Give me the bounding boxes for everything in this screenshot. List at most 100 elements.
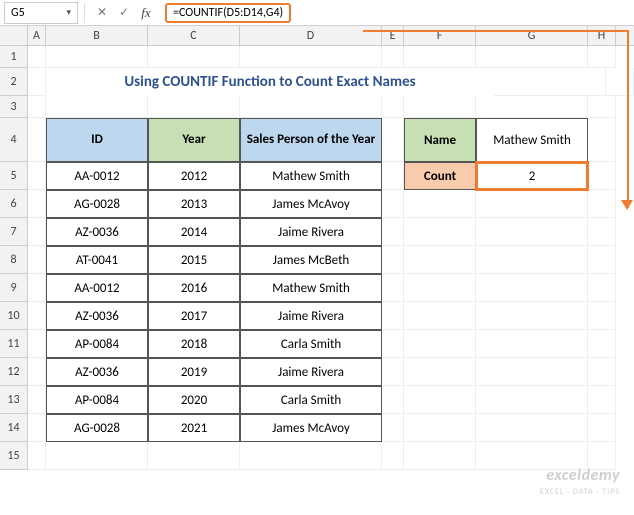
count-label[interactable]: Count bbox=[404, 162, 476, 190]
name-label[interactable]: Name bbox=[404, 118, 476, 162]
cell[interactable] bbox=[28, 218, 46, 246]
col-header[interactable]: C bbox=[148, 26, 240, 45]
select-all-corner[interactable] bbox=[0, 26, 28, 45]
cell[interactable] bbox=[606, 68, 634, 96]
row-header[interactable]: 2 bbox=[0, 68, 28, 96]
row-header[interactable]: 3 bbox=[0, 96, 28, 118]
table-cell[interactable]: 2016 bbox=[148, 274, 240, 302]
cell[interactable] bbox=[46, 46, 148, 68]
name-value[interactable]: Mathew Smith bbox=[476, 118, 588, 162]
cell[interactable] bbox=[588, 218, 616, 246]
cell[interactable] bbox=[28, 386, 46, 414]
row-header[interactable]: 14 bbox=[0, 414, 28, 442]
row-header[interactable]: 10 bbox=[0, 302, 28, 330]
cell[interactable] bbox=[382, 118, 404, 162]
table-header-sp[interactable]: Sales Person of the Year bbox=[240, 118, 382, 162]
table-cell[interactable]: James McAvoy bbox=[240, 190, 382, 218]
table-cell[interactable]: 2018 bbox=[148, 330, 240, 358]
cell[interactable] bbox=[28, 162, 46, 190]
table-cell[interactable]: 2015 bbox=[148, 246, 240, 274]
cancel-icon[interactable]: ✕ bbox=[91, 5, 113, 20]
cell[interactable] bbox=[476, 358, 588, 386]
col-header[interactable]: E bbox=[382, 26, 404, 45]
table-cell[interactable]: AP-0084 bbox=[46, 386, 148, 414]
cell[interactable] bbox=[588, 96, 616, 118]
cell[interactable] bbox=[476, 274, 588, 302]
cell[interactable] bbox=[148, 96, 240, 118]
cell[interactable] bbox=[404, 302, 476, 330]
table-cell[interactable]: AA-0012 bbox=[46, 274, 148, 302]
table-cell[interactable]: AP-0084 bbox=[46, 330, 148, 358]
table-cell[interactable]: AA-0012 bbox=[46, 162, 148, 190]
cell[interactable] bbox=[476, 96, 588, 118]
row-header[interactable]: 15 bbox=[0, 442, 28, 470]
cell[interactable] bbox=[404, 46, 476, 68]
cell[interactable] bbox=[588, 274, 616, 302]
cell[interactable] bbox=[476, 330, 588, 358]
cell[interactable] bbox=[46, 96, 148, 118]
cell[interactable] bbox=[382, 46, 404, 68]
table-cell[interactable]: 2012 bbox=[148, 162, 240, 190]
table-cell[interactable]: 2021 bbox=[148, 414, 240, 442]
table-cell[interactable]: AZ-0036 bbox=[46, 218, 148, 246]
table-cell[interactable]: Jaime Rivera bbox=[240, 218, 382, 246]
confirm-icon[interactable]: ✓ bbox=[113, 5, 135, 20]
cell[interactable] bbox=[28, 414, 46, 442]
name-box[interactable]: G5 ▾ bbox=[4, 2, 78, 24]
row-header[interactable]: 8 bbox=[0, 246, 28, 274]
cell[interactable] bbox=[404, 96, 476, 118]
cell[interactable] bbox=[28, 118, 46, 162]
table-cell[interactable]: AZ-0036 bbox=[46, 358, 148, 386]
table-header-year[interactable]: Year bbox=[148, 118, 240, 162]
cell[interactable] bbox=[588, 414, 616, 442]
cell[interactable] bbox=[404, 190, 476, 218]
col-header[interactable]: A bbox=[28, 26, 46, 45]
cell[interactable] bbox=[494, 68, 606, 96]
cell[interactable] bbox=[404, 414, 476, 442]
cell[interactable] bbox=[382, 414, 404, 442]
cell[interactable] bbox=[148, 46, 240, 68]
cell[interactable] bbox=[476, 386, 588, 414]
cell[interactable] bbox=[404, 218, 476, 246]
col-header[interactable]: G bbox=[476, 26, 588, 45]
cell[interactable] bbox=[588, 46, 616, 68]
cell[interactable] bbox=[476, 46, 588, 68]
table-cell[interactable]: AZ-0036 bbox=[46, 302, 148, 330]
cell[interactable] bbox=[240, 46, 382, 68]
cell[interactable] bbox=[46, 442, 148, 470]
cell[interactable] bbox=[28, 246, 46, 274]
cell[interactable] bbox=[382, 358, 404, 386]
cell[interactable] bbox=[404, 442, 476, 470]
cell[interactable] bbox=[404, 386, 476, 414]
col-header[interactable]: F bbox=[404, 26, 476, 45]
cell[interactable] bbox=[588, 330, 616, 358]
row-header[interactable]: 1 bbox=[0, 46, 28, 68]
row-header[interactable]: 13 bbox=[0, 386, 28, 414]
cell[interactable] bbox=[148, 442, 240, 470]
cell[interactable] bbox=[382, 96, 404, 118]
cell[interactable] bbox=[588, 162, 616, 190]
table-cell[interactable]: Carla Smith bbox=[240, 386, 382, 414]
table-cell[interactable]: AG-0028 bbox=[46, 190, 148, 218]
table-cell[interactable]: AG-0028 bbox=[46, 414, 148, 442]
table-cell[interactable]: Jaime Rivera bbox=[240, 358, 382, 386]
cell[interactable] bbox=[382, 330, 404, 358]
cell[interactable] bbox=[382, 442, 404, 470]
cell[interactable] bbox=[382, 302, 404, 330]
cell[interactable] bbox=[28, 46, 46, 68]
cell[interactable] bbox=[382, 246, 404, 274]
cell[interactable] bbox=[382, 190, 404, 218]
cell[interactable] bbox=[28, 330, 46, 358]
table-header-id[interactable]: ID bbox=[46, 118, 148, 162]
cell[interactable] bbox=[588, 246, 616, 274]
cell[interactable] bbox=[404, 246, 476, 274]
cell[interactable] bbox=[382, 162, 404, 190]
row-header[interactable]: 7 bbox=[0, 218, 28, 246]
cell[interactable] bbox=[404, 358, 476, 386]
col-header[interactable]: D bbox=[240, 26, 382, 45]
formula-input[interactable]: =COUNTIF(D5:D14,G4) bbox=[157, 0, 634, 25]
cell[interactable] bbox=[240, 442, 382, 470]
cell[interactable] bbox=[382, 386, 404, 414]
row-header[interactable]: 11 bbox=[0, 330, 28, 358]
cell[interactable] bbox=[588, 358, 616, 386]
